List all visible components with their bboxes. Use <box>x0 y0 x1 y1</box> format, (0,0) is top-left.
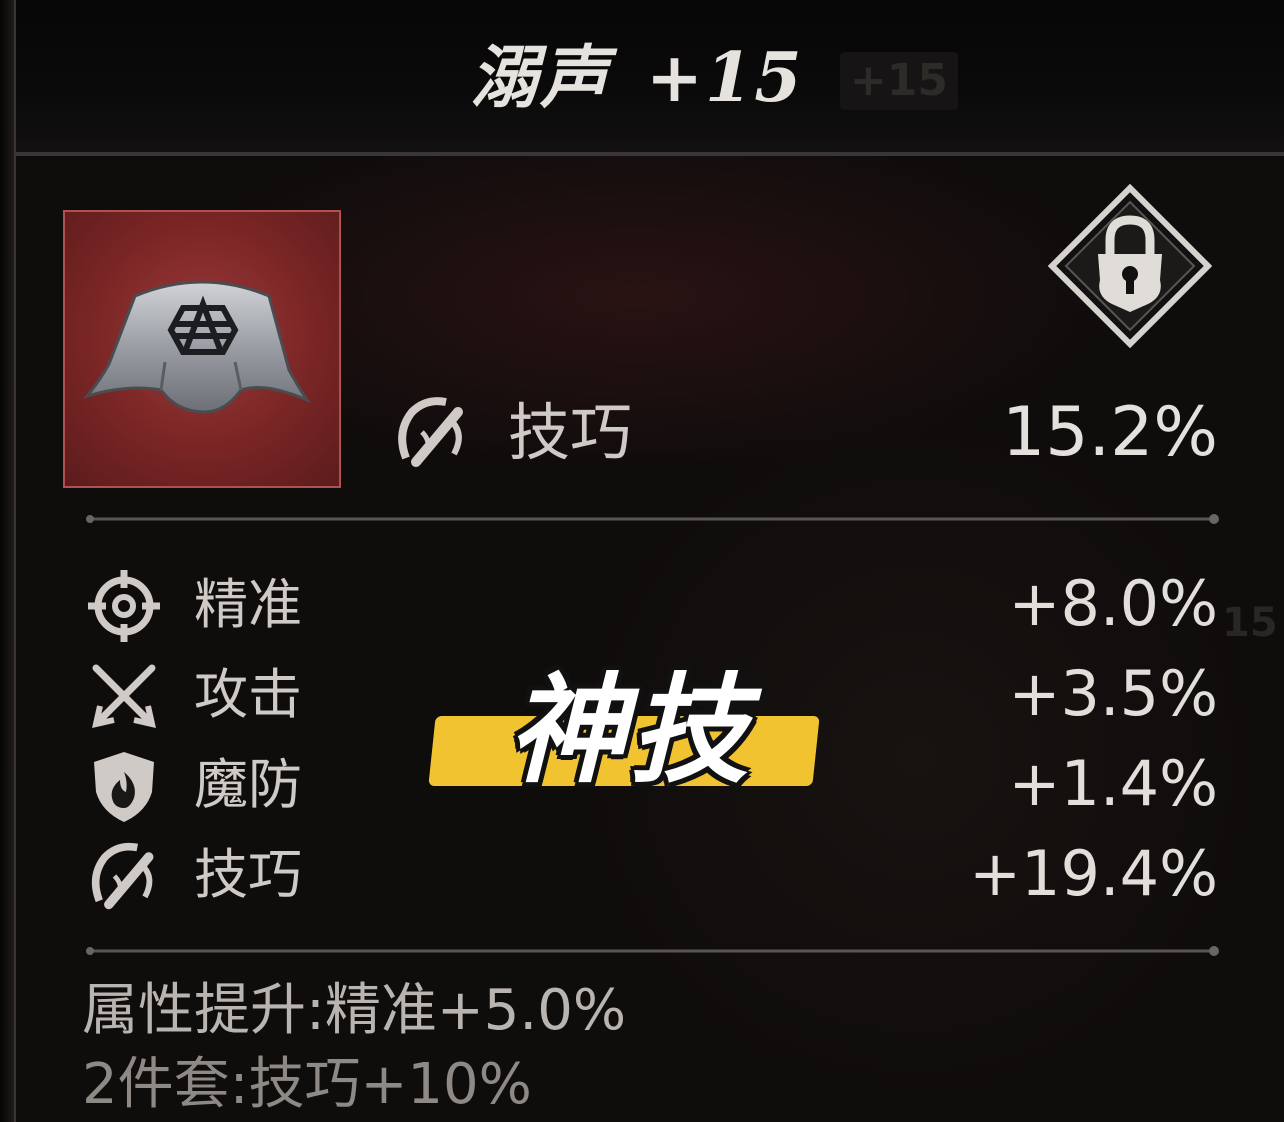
main-stat-value: 15.2% <box>1001 393 1218 472</box>
sub-stat-value: +3.5% <box>1008 657 1218 730</box>
lock-icon[interactable] <box>1048 184 1212 348</box>
sub-stat-label: 精准 <box>194 573 302 636</box>
sub-stat-row: 精准 +8.0% <box>0 562 1284 648</box>
sub-stat-label: 魔防 <box>194 753 302 816</box>
sub-stat-row: 技巧 +19.4% <box>0 832 1284 918</box>
stamp-text: 神技 <box>508 661 753 799</box>
main-stat-label: 技巧 <box>508 396 633 469</box>
sub-stat-label: 技巧 <box>194 843 302 906</box>
ghost-level-badge: +15 <box>840 52 958 110</box>
crossed-swords-icon <box>92 664 156 728</box>
sub-stat-label: 攻击 <box>194 663 302 726</box>
attribute-boost-text: 属性提升:精准+5.0% <box>82 978 627 1043</box>
background-ghost-text: 15 <box>1222 600 1278 646</box>
flame-shield-icon <box>94 752 154 822</box>
sub-stat-value: +8.0% <box>1008 567 1218 640</box>
section-divider <box>86 946 1219 956</box>
shoulder-armor-icon <box>82 280 312 414</box>
item-icon-frame[interactable] <box>63 210 341 488</box>
item-title: 溺声 +15 <box>470 22 804 122</box>
crosshair-icon <box>88 570 160 642</box>
section-divider <box>86 514 1219 524</box>
sub-stat-value: +1.4% <box>1008 747 1218 820</box>
item-name: 溺声 <box>470 38 611 118</box>
set-bonus-text: 2件套:技巧+10% <box>82 1052 532 1117</box>
item-level: +15 <box>646 38 804 118</box>
sub-stat-value: +19.4% <box>969 837 1218 910</box>
rating-stamp: 神技 <box>428 660 820 799</box>
skill-slash-icon <box>398 397 463 467</box>
skill-slash-icon <box>91 842 154 910</box>
